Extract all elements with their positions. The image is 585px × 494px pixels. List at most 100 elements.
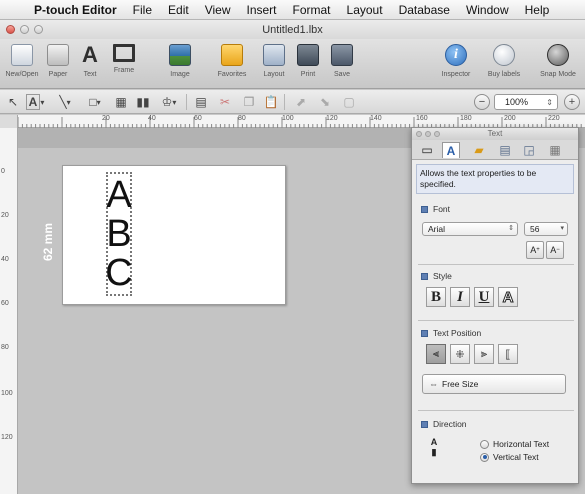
layout-label: Layout bbox=[263, 71, 285, 78]
menu-database[interactable]: Database bbox=[391, 3, 458, 17]
panel-minimize-button[interactable] bbox=[425, 131, 431, 137]
horizontal-text-label: Horizontal Text bbox=[493, 439, 550, 449]
menu-layout[interactable]: Layout bbox=[339, 3, 391, 17]
direction-heading: Direction bbox=[412, 419, 580, 429]
send-backward-icon[interactable]: ⬊ bbox=[316, 94, 334, 110]
tab-text-icon[interactable]: A bbox=[442, 142, 460, 158]
line-tool-icon[interactable]: ╲ ▾ bbox=[52, 94, 78, 110]
inspector-titlebar: Text bbox=[412, 128, 578, 140]
window-titlebar: Untitled1.lbx bbox=[0, 20, 585, 39]
section-bullet-icon bbox=[421, 205, 428, 213]
tab-layout-settings-icon[interactable]: ▤ bbox=[496, 142, 514, 158]
free-size-button[interactable]: ⇔ Free Size bbox=[422, 374, 566, 394]
style-heading-label: Style bbox=[433, 271, 452, 281]
align-left-icon[interactable]: ⫷ bbox=[426, 344, 446, 364]
properties-icon[interactable]: ▤ bbox=[192, 94, 210, 110]
text-tool-icon[interactable]: A ▾ bbox=[22, 94, 48, 110]
horizontal-text-radio[interactable]: Horizontal Text bbox=[480, 439, 549, 449]
format-toolbar: ↖ A ▾ ╲ ▾ □ ▾ ▦ ▮▮ ♔ ▾ ▤ ✂ ❐ 📋 ⬈ ⬊ ▢ − 100% … bbox=[0, 90, 585, 114]
underline-button[interactable]: U bbox=[474, 287, 494, 307]
style-heading: Style bbox=[412, 271, 580, 281]
menu-app[interactable]: P-touch Editor bbox=[30, 3, 125, 17]
menu-format[interactable]: Format bbox=[285, 3, 339, 17]
direction-heading-label: Direction bbox=[433, 419, 467, 429]
inspector-icon: i bbox=[445, 44, 467, 66]
tab-favorites-icon[interactable]: ▰ bbox=[470, 142, 488, 158]
snap-mode-label: Snap Mode bbox=[540, 71, 576, 78]
vertical-text-label: Vertical Text bbox=[493, 452, 539, 462]
frame-button[interactable]: Frame bbox=[104, 42, 144, 86]
menu-view[interactable]: View bbox=[197, 3, 239, 17]
section-bullet-icon bbox=[421, 420, 428, 428]
image-button[interactable]: Image bbox=[160, 42, 200, 86]
symbol-tool-icon[interactable]: ♔ ▾ bbox=[156, 94, 182, 110]
menu-file[interactable]: File bbox=[125, 3, 160, 17]
menu-window[interactable]: Window bbox=[458, 3, 517, 17]
menu-insert[interactable]: Insert bbox=[239, 3, 285, 17]
tab-table-icon[interactable]: ▦ bbox=[546, 142, 564, 158]
vertical-text-radio-circle[interactable] bbox=[480, 452, 489, 462]
shape-tool-icon[interactable]: □ ▾ bbox=[82, 94, 108, 110]
inspector-tabs: ▭ A ▰ ▤ ◲ ▦ bbox=[412, 140, 578, 160]
buy-labels-label: Buy labels bbox=[487, 71, 521, 78]
inspector-hint: Allows the text properties to be specifi… bbox=[416, 164, 574, 194]
menu-help[interactable]: Help bbox=[517, 3, 558, 17]
barcode-tool-icon[interactable]: ▮▮ bbox=[134, 94, 152, 110]
frame-icon bbox=[113, 44, 135, 62]
font-size-select[interactable]: 56 ▾ bbox=[524, 222, 568, 236]
group-icon[interactable]: ▢ bbox=[340, 94, 358, 110]
text-object-char: C bbox=[105, 251, 133, 294]
italic-button[interactable]: I bbox=[450, 287, 470, 307]
new-open-button[interactable]: New/Open bbox=[2, 42, 42, 86]
table-tool-icon[interactable]: ▦ bbox=[112, 94, 130, 110]
copy-icon[interactable]: ❐ bbox=[240, 94, 258, 110]
panel-close-button[interactable] bbox=[416, 131, 422, 137]
align-justify-icon[interactable]: ⟦ bbox=[498, 344, 518, 364]
inspector-panel: Text ▭ A ▰ ▤ ◲ ▦ Allows the text propert… bbox=[411, 127, 579, 484]
outline-button[interactable]: A bbox=[498, 287, 518, 307]
toolbar-separator bbox=[186, 94, 187, 110]
bold-button[interactable]: B bbox=[426, 287, 446, 307]
pointer-tool-icon[interactable]: ↖ bbox=[6, 94, 20, 110]
align-center-icon[interactable]: ⁜ bbox=[450, 344, 470, 364]
font-grow-button[interactable]: A + bbox=[526, 241, 544, 259]
new-open-label: New/Open bbox=[5, 71, 39, 78]
cut-icon[interactable]: ✂ bbox=[216, 94, 234, 110]
text-position-section: Text Position ⫷ ⁜ ⫸ ⟦ ⇔ Free Size bbox=[412, 328, 580, 394]
favorites-button[interactable]: Favorites bbox=[212, 42, 252, 86]
menu-edit[interactable]: Edit bbox=[160, 3, 197, 17]
bring-forward-icon[interactable]: ⬈ bbox=[292, 94, 310, 110]
save-button[interactable]: Save bbox=[322, 42, 362, 86]
vertical-text-radio[interactable]: Vertical Text bbox=[480, 452, 539, 462]
chevron-updown-icon: ⇕ bbox=[546, 97, 553, 107]
ruler-label: 60 bbox=[1, 300, 9, 307]
text-object-char: B bbox=[106, 212, 132, 255]
main-toolbar: New/Open Paper A Text Frame Image Favori… bbox=[0, 39, 585, 89]
snap-mode-button[interactable]: Snap Mode bbox=[538, 42, 578, 86]
paste-icon[interactable]: 📋 bbox=[262, 94, 280, 110]
zoom-window-button[interactable] bbox=[34, 25, 43, 34]
zoom-select[interactable]: 100% ⇕ bbox=[494, 94, 558, 110]
print-label: Print bbox=[300, 71, 316, 78]
layout-icon bbox=[263, 44, 285, 66]
horizontal-text-radio-circle[interactable] bbox=[480, 439, 489, 449]
inspector-button[interactable]: i Inspector bbox=[436, 42, 476, 86]
minimize-window-button[interactable] bbox=[20, 25, 29, 34]
close-window-button[interactable] bbox=[6, 25, 15, 34]
ruler-label: 0 bbox=[1, 168, 5, 175]
tab-layout-icon[interactable]: ▭ bbox=[418, 142, 436, 158]
buy-labels-button[interactable]: Buy labels bbox=[484, 42, 524, 86]
label-paper[interactable] bbox=[62, 165, 286, 305]
font-section: Font Arial ⇕ 56 ▾ A + A − bbox=[412, 204, 580, 259]
tab-image-icon[interactable]: ◲ bbox=[520, 142, 538, 158]
ruler-corner bbox=[0, 115, 18, 128]
font-shrink-button[interactable]: A − bbox=[546, 241, 564, 259]
text-object[interactable]: A B C bbox=[105, 172, 133, 296]
font-family-select[interactable]: Arial ⇕ bbox=[422, 222, 518, 236]
style-section: Style B I U A bbox=[412, 271, 580, 307]
panel-zoom-button[interactable] bbox=[434, 131, 440, 137]
align-right-icon[interactable]: ⫸ bbox=[474, 344, 494, 364]
zoom-out-button[interactable]: − bbox=[474, 94, 490, 110]
font-family-value: Arial bbox=[428, 224, 446, 234]
zoom-in-button[interactable]: + bbox=[564, 94, 580, 110]
